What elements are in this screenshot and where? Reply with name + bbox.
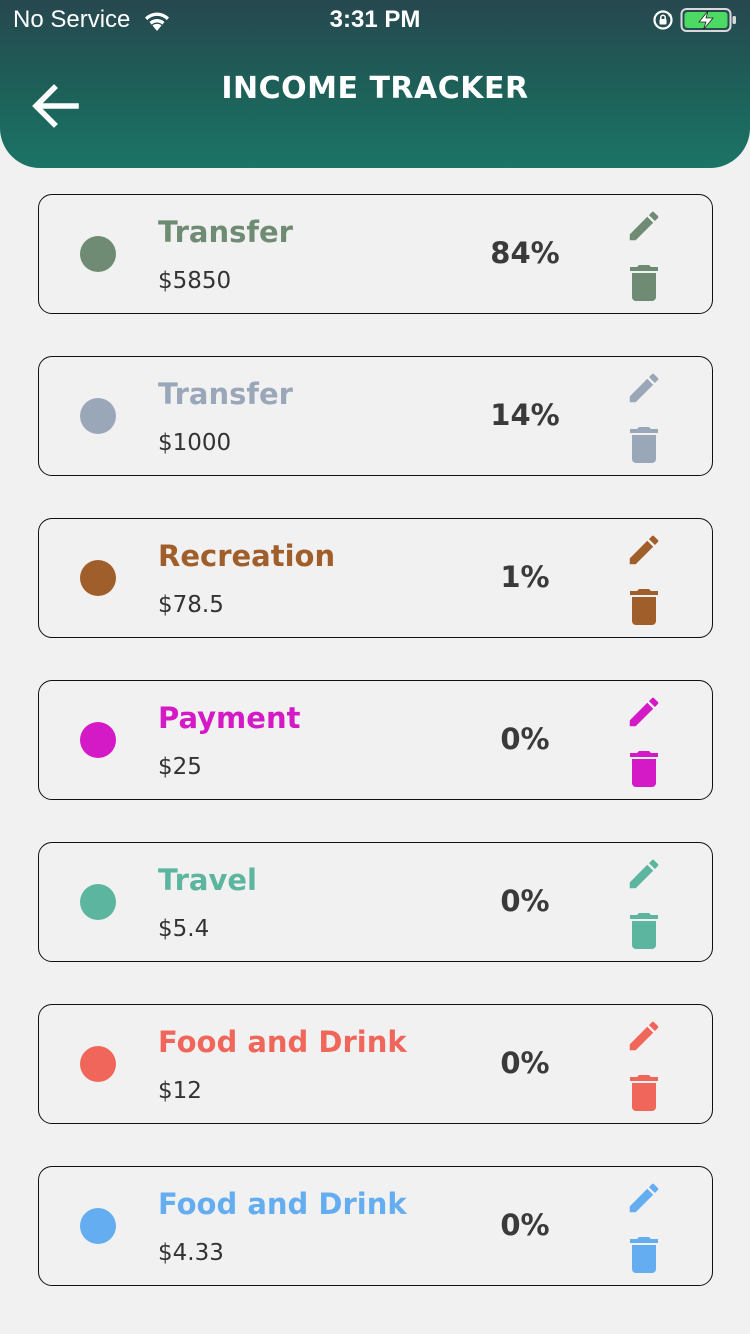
delete-button[interactable] <box>629 589 659 625</box>
category-color-dot <box>80 884 116 920</box>
category-percent: 14% <box>490 398 560 432</box>
pencil-icon <box>629 859 659 889</box>
category-amount: $5.4 <box>158 916 210 942</box>
category-color-dot <box>80 1208 116 1244</box>
delete-button[interactable] <box>629 265 659 301</box>
category-color-dot <box>80 398 116 434</box>
category-percent: 0% <box>500 884 550 918</box>
category-name: Payment <box>158 701 301 735</box>
status-right <box>652 7 738 33</box>
pencil-icon <box>629 697 659 727</box>
income-category-card[interactable]: Recreation $78.5 1% <box>38 518 713 638</box>
category-color-dot <box>80 722 116 758</box>
pencil-icon <box>629 535 659 565</box>
trash-icon <box>630 265 658 301</box>
income-category-card[interactable]: Transfer $5850 84% <box>38 194 713 314</box>
pencil-icon <box>629 1183 659 1213</box>
category-color-dot <box>80 236 116 272</box>
category-percent: 0% <box>500 1208 550 1242</box>
edit-button[interactable] <box>625 531 663 569</box>
trash-icon <box>630 427 658 463</box>
delete-button[interactable] <box>629 913 659 949</box>
income-category-card[interactable]: Transfer $1000 14% <box>38 356 713 476</box>
category-percent: 1% <box>500 560 550 594</box>
category-name: Recreation <box>158 539 336 573</box>
category-name: Transfer <box>158 377 293 411</box>
category-name: Travel <box>158 863 257 897</box>
delete-button[interactable] <box>629 1075 659 1111</box>
category-amount: $12 <box>158 1078 202 1104</box>
category-color-dot <box>80 560 116 596</box>
trash-icon <box>630 751 658 787</box>
trash-icon <box>630 589 658 625</box>
category-name: Transfer <box>158 215 293 249</box>
edit-button[interactable] <box>625 1017 663 1055</box>
income-category-card[interactable]: Food and Drink $12 0% <box>38 1004 713 1124</box>
battery-icon <box>680 7 738 33</box>
category-percent: 0% <box>500 722 550 756</box>
pencil-icon <box>629 1021 659 1051</box>
edit-button[interactable] <box>625 693 663 731</box>
page-title: INCOME TRACKER <box>221 71 529 106</box>
category-amount: $5850 <box>158 268 232 294</box>
delete-button[interactable] <box>629 751 659 787</box>
status-bar: No Service 3:31 PM <box>0 0 750 40</box>
delete-button[interactable] <box>629 1237 659 1273</box>
edit-button[interactable] <box>625 207 663 245</box>
orientation-lock-icon <box>652 9 674 31</box>
income-category-card[interactable]: Payment $25 0% <box>38 680 713 800</box>
category-name: Food and Drink <box>158 1025 407 1059</box>
category-color-dot <box>80 1046 116 1082</box>
status-time: 3:31 PM <box>329 6 421 33</box>
category-amount: $78.5 <box>158 592 224 618</box>
category-amount: $4.33 <box>158 1240 224 1266</box>
income-category-list: Transfer $5850 84% Transfer $1000 14% Re… <box>38 194 713 1328</box>
category-amount: $1000 <box>158 430 232 456</box>
trash-icon <box>630 913 658 949</box>
income-category-card[interactable]: Travel $5.4 0% <box>38 842 713 962</box>
trash-icon <box>630 1075 658 1111</box>
income-category-card[interactable]: Food and Drink $4.33 0% <box>38 1166 713 1286</box>
edit-button[interactable] <box>625 369 663 407</box>
app-header: No Service 3:31 PM INCOME TRACKER <box>0 0 750 168</box>
trash-icon <box>630 1237 658 1273</box>
delete-button[interactable] <box>629 427 659 463</box>
category-percent: 84% <box>490 236 560 270</box>
pencil-icon <box>629 373 659 403</box>
category-name: Food and Drink <box>158 1187 407 1221</box>
category-amount: $25 <box>158 754 202 780</box>
category-percent: 0% <box>500 1046 550 1080</box>
edit-button[interactable] <box>625 855 663 893</box>
pencil-icon <box>629 211 659 241</box>
edit-button[interactable] <box>625 1179 663 1217</box>
